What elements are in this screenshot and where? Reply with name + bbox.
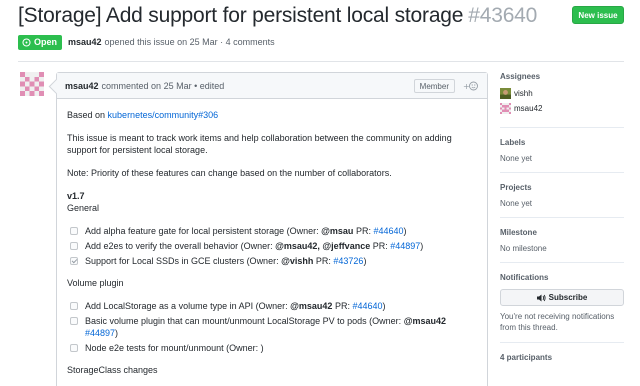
- participants-count: 4 participants: [500, 353, 553, 362]
- notifications-heading: Notifications: [500, 273, 549, 282]
- task-owner[interactable]: @msau42: [290, 301, 332, 311]
- task-close: ): [403, 226, 407, 236]
- task-list-volume: Add LocalStorage as a volume type in API…: [67, 300, 477, 354]
- subscribe-label: Subscribe: [548, 293, 588, 302]
- task-checkbox[interactable]: [70, 302, 78, 310]
- issue-number: #43640: [468, 4, 538, 27]
- task-owner[interactable]: @msau42, @jeffvance: [275, 241, 370, 251]
- issue-author-link[interactable]: msau42: [68, 37, 102, 47]
- task-pr-link[interactable]: #44640: [373, 226, 403, 236]
- svg-text:+: +: [463, 82, 470, 91]
- task-pr-link[interactable]: #44897: [85, 328, 115, 338]
- comment-author-link[interactable]: msau42: [65, 81, 99, 91]
- labels-value: None yet: [500, 154, 533, 163]
- comment-body: Based on kubernetes/community#306 This i…: [57, 99, 487, 386]
- task-owner[interactable]: @msau: [321, 226, 353, 236]
- issue-title-text: [Storage] Add support for persistent loc…: [18, 4, 464, 27]
- labels-section: Labels None yet: [500, 138, 624, 173]
- task-description: Add e2es to verify the overall behavior …: [85, 241, 276, 251]
- projects-heading[interactable]: Projects: [500, 183, 624, 192]
- priority-note: Note: Priority of these features can cha…: [67, 168, 392, 178]
- task-list-general: Add alpha feature gate for local persist…: [67, 225, 477, 267]
- task-pr-link[interactable]: #44897: [390, 241, 420, 251]
- task-description: Add LocalStorage as a volume type in API…: [85, 301, 291, 311]
- avatar: [500, 103, 511, 114]
- task-pr-label: PR:: [370, 241, 391, 251]
- notification-note: You're not receiving notifications from …: [500, 312, 615, 332]
- task-item: Add LocalStorage as a volume type in API…: [67, 300, 477, 312]
- general-heading: General: [67, 203, 100, 213]
- issue-sidebar: Assignees vishh msau42 Labels None yet P…: [500, 72, 624, 362]
- comment-header: msau42 commented on 25 Mar • edited Memb…: [57, 73, 487, 99]
- status-label: Open: [34, 37, 58, 47]
- issue-title: [Storage] Add support for persistent loc…: [18, 4, 537, 28]
- task-description: Basic volume plugin that can mount/unmou…: [85, 316, 404, 326]
- task-checkbox[interactable]: [70, 257, 78, 265]
- task-checkbox[interactable]: [70, 242, 78, 250]
- new-issue-button[interactable]: New issue: [572, 6, 624, 24]
- task-owner[interactable]: @vishh: [281, 256, 313, 266]
- version-heading: v1.7: [67, 191, 85, 201]
- task-text: Add LocalStorage as a volume type in API…: [85, 300, 386, 312]
- task-close: ): [115, 328, 119, 338]
- header-divider: [18, 61, 624, 62]
- member-badge: Member: [413, 79, 455, 93]
- based-on-prefix: Based on: [67, 110, 106, 120]
- task-text: Add e2es to verify the overall behavior …: [85, 240, 423, 252]
- assignee-name: msau42: [514, 104, 543, 113]
- projects-value: None yet: [500, 199, 533, 208]
- task-close: ): [382, 301, 386, 311]
- community-link[interactable]: kubernetes/community#306: [108, 110, 219, 120]
- task-pr-link[interactable]: #44640: [352, 301, 382, 311]
- task-text: Add alpha feature gate for local persist…: [85, 225, 407, 237]
- avatar: [500, 88, 511, 99]
- add-reaction-icon[interactable]: +: [463, 80, 479, 92]
- storageclass-heading: StorageClass changes: [67, 365, 158, 375]
- intro-paragraph: This issue is meant to track work items …: [67, 133, 452, 155]
- task-item: Basic volume plugin that can mount/unmou…: [67, 315, 477, 339]
- task-checkbox[interactable]: [70, 317, 78, 325]
- milestone-value: No milestone: [500, 244, 547, 253]
- milestone-section: Milestone No milestone: [500, 228, 624, 263]
- issue-opened-icon: [22, 37, 31, 47]
- task-item: Add alpha feature gate for local persist…: [67, 225, 477, 237]
- task-item: Add e2es to verify the overall behavior …: [67, 240, 477, 252]
- task-close: ): [420, 241, 424, 251]
- task-owner[interactable]: @msau42: [404, 316, 446, 326]
- issue-opened-text: opened this issue on 25 Mar · 4 comments: [104, 37, 275, 47]
- task-checkbox[interactable]: [70, 344, 78, 352]
- assignee-name: vishh: [514, 89, 533, 98]
- assignees-section: Assignees vishh msau42: [500, 72, 624, 128]
- task-pr-label: PR:: [353, 226, 374, 236]
- projects-section: Projects None yet: [500, 183, 624, 218]
- volume-plugin-heading: Volume plugin: [67, 278, 124, 288]
- task-pr-label: PR:: [332, 301, 353, 311]
- issue-meta: Open msau42 opened this issue on 25 Mar …: [18, 34, 275, 50]
- milestone-heading[interactable]: Milestone: [500, 228, 624, 237]
- assignees-heading[interactable]: Assignees: [500, 72, 624, 81]
- task-description: Add alpha feature gate for local persist…: [85, 226, 322, 236]
- task-item: Support for Local SSDs in GCE clusters (…: [67, 255, 477, 267]
- status-badge: Open: [18, 34, 63, 50]
- comment-meta[interactable]: commented on 25 Mar • edited: [102, 81, 225, 91]
- task-text: Node e2e tests for mount/unmount (Owner:…: [85, 342, 264, 354]
- subscribe-button[interactable]: Subscribe: [500, 289, 624, 306]
- based-on-line: Based on kubernetes/community#306: [67, 109, 477, 121]
- assignee-vishh[interactable]: vishh: [500, 88, 624, 99]
- task-close: ): [363, 256, 367, 266]
- task-item: Node e2e tests for mount/unmount (Owner:…: [67, 342, 477, 354]
- task-description: Node e2e tests for mount/unmount (Owner:…: [85, 343, 264, 353]
- task-description: Support for Local SSDs in GCE clusters (…: [85, 256, 282, 266]
- speaker-icon: [536, 294, 546, 301]
- task-text: Basic volume plugin that can mount/unmou…: [85, 315, 477, 339]
- author-avatar[interactable]: [20, 72, 44, 96]
- task-checkbox[interactable]: [70, 227, 78, 235]
- issue-comment: msau42 commented on 25 Mar • edited Memb…: [56, 72, 488, 386]
- labels-heading[interactable]: Labels: [500, 138, 624, 147]
- task-pr-link[interactable]: #43726: [333, 256, 363, 266]
- assignee-msau42[interactable]: msau42: [500, 103, 624, 114]
- task-pr-label: PR:: [313, 256, 334, 266]
- task-text: Support for Local SSDs in GCE clusters (…: [85, 255, 366, 267]
- notifications-section: Notifications Subscribe You're not recei…: [500, 273, 624, 343]
